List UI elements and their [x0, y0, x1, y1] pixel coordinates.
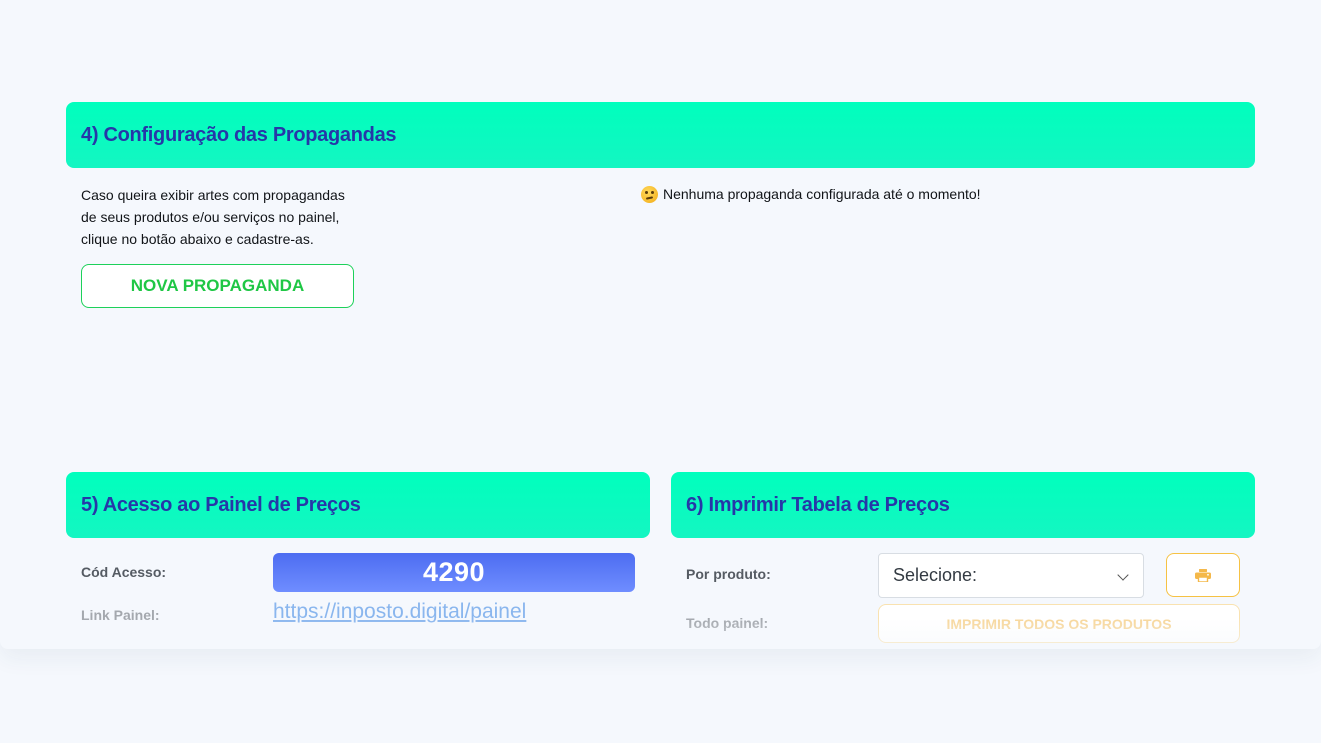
by-product-label: Por produto:	[686, 566, 771, 582]
printer-icon	[1195, 568, 1211, 582]
access-code-label: Cód Acesso:	[81, 564, 167, 580]
section-6-title: 6) Imprimir Tabela de Preços	[686, 493, 950, 516]
empty-ads-message: Nenhuma propaganda configurada até o mom…	[641, 184, 981, 204]
access-code-value: 4290	[273, 553, 635, 592]
section-5-title: 5) Acesso ao Painel de Preços	[81, 493, 361, 516]
panel-link[interactable]: https://inposto.digital/painel	[273, 600, 526, 624]
face-with-raised-eyebrow-icon	[641, 185, 658, 203]
content-card: 4) Configuração das Propagandas Caso que…	[0, 0, 1321, 649]
panel-link-label: Link Painel:	[81, 607, 160, 623]
product-select-value: Selecione:	[893, 565, 978, 585]
chevron-down-icon	[1117, 569, 1129, 581]
ads-description-line: clique no botão abaixo e cadastre-as.	[81, 231, 314, 247]
new-ad-button[interactable]: NOVA PROPAGANDA	[81, 264, 354, 308]
empty-ads-text: Nenhuma propaganda configurada até o mom…	[663, 186, 981, 202]
all-panel-label: Todo painel:	[686, 615, 769, 631]
print-all-products-button[interactable]: IMPRIMIR TODOS OS PRODUTOS	[878, 604, 1240, 643]
ads-description: Caso queira exibir artes com propagandas…	[81, 184, 381, 250]
ads-description-line: Caso queira exibir artes com propagandas	[81, 187, 345, 203]
section-4-header: 4) Configuração das Propagandas	[66, 102, 1255, 168]
product-select[interactable]: Selecione:	[878, 553, 1144, 598]
page: 4) Configuração das Propagandas Caso que…	[0, 0, 1321, 743]
section-5-header: 5) Acesso ao Painel de Preços	[66, 472, 650, 538]
print-product-button[interactable]	[1166, 553, 1240, 597]
section-4-title: 4) Configuração das Propagandas	[81, 123, 397, 146]
section-6-header: 6) Imprimir Tabela de Preços	[671, 472, 1255, 538]
ads-description-line: de seus produtos e/ou serviços no painel…	[81, 209, 340, 225]
